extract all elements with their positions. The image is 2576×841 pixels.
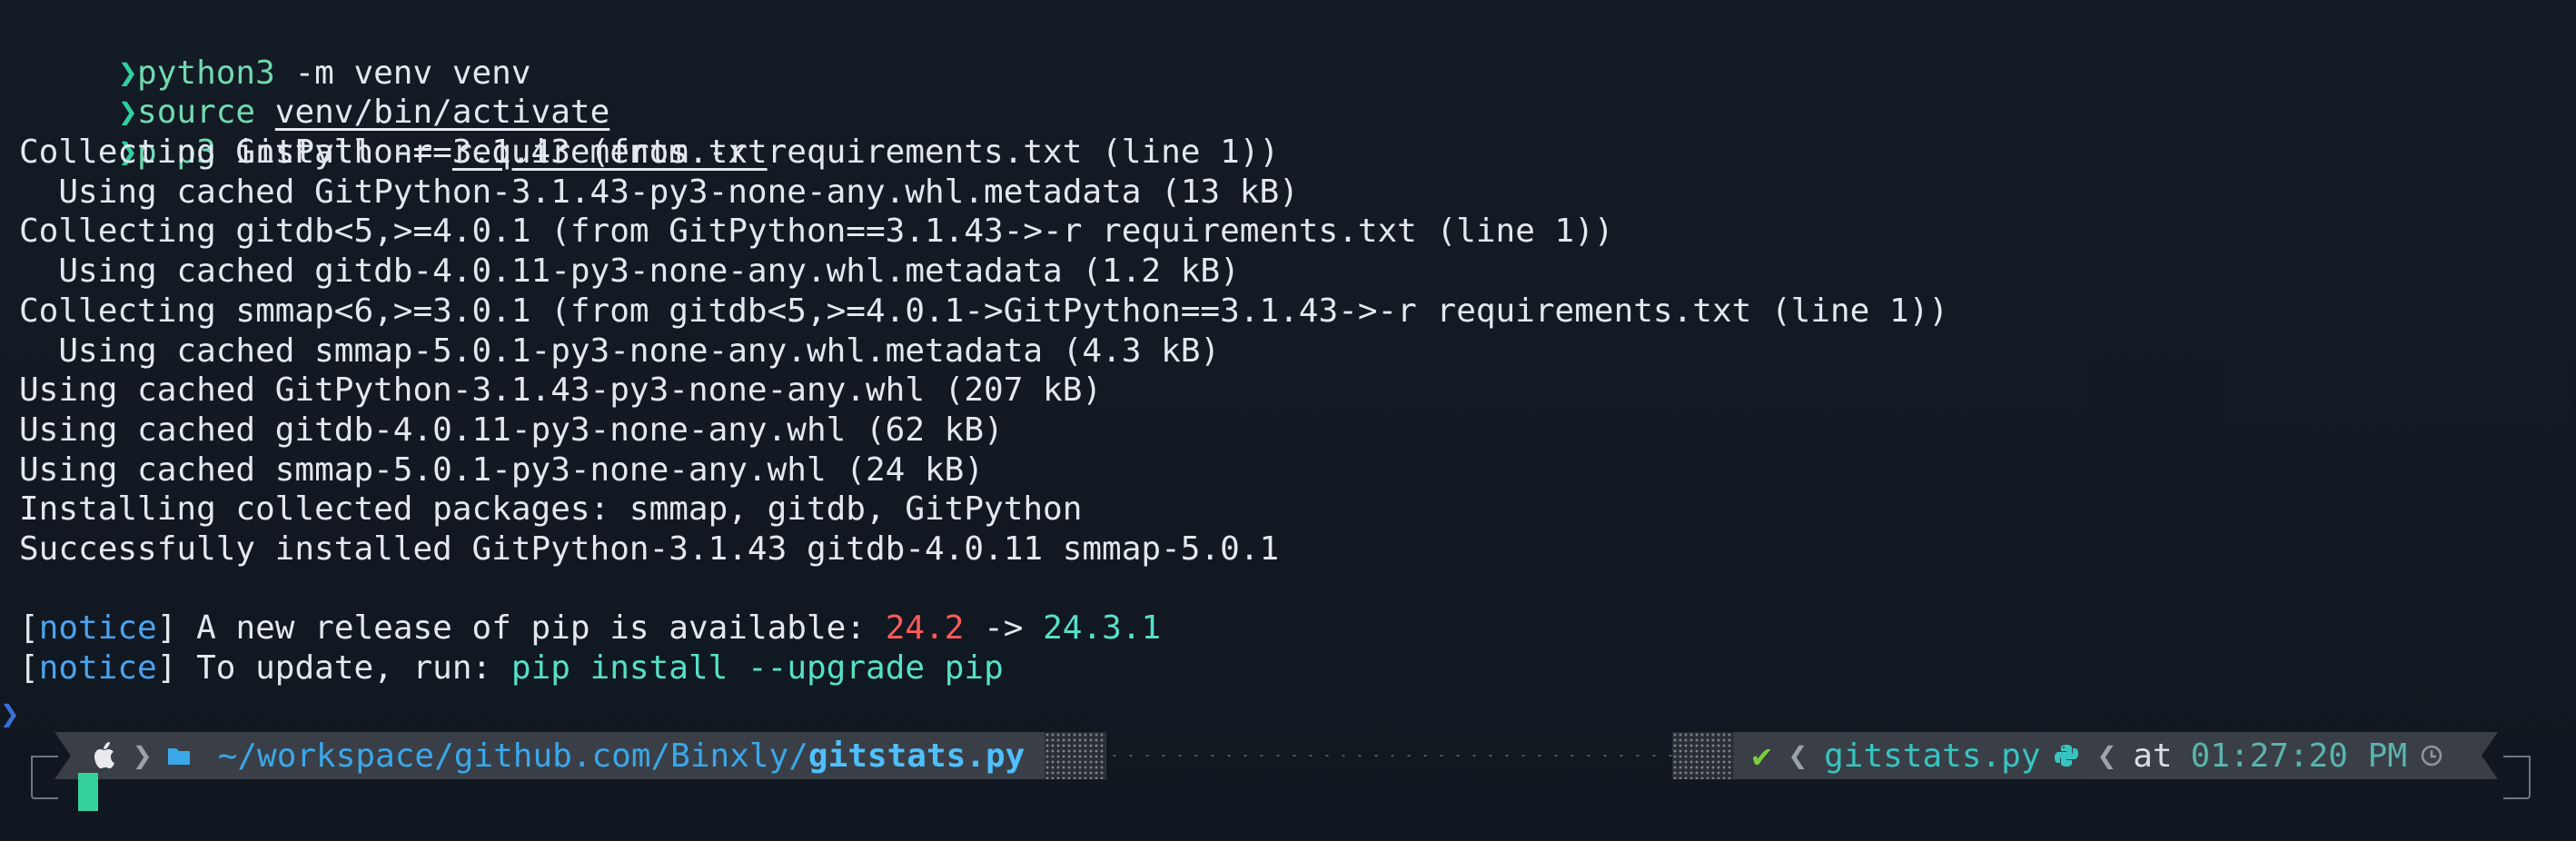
output-line: Collecting gitdb<5,>=4.0.1 (from GitPyth…	[19, 213, 1614, 251]
output-line: Using cached gitdb-4.0.11-py3-none-any.w…	[19, 411, 1004, 449]
output-line: Using cached smmap-5.0.1-py3-none-any.wh…	[19, 450, 985, 489]
notice-tag: notice	[38, 609, 157, 648]
prompt-frame-right	[2503, 756, 2531, 799]
terminal-window[interactable]: ❯python3 -m venv venv python3❯source ven…	[0, 0, 2576, 841]
terminal-output: ❯python3 -m venv venv python3❯source ven…	[0, 14, 2576, 688]
notice-text: A new release of pip is available:	[176, 609, 886, 648]
chevron-left-icon: ❮	[2096, 737, 2117, 775]
output-line: Installing collected packages: smmap, gi…	[19, 490, 1083, 529]
version-new: 24.3.1	[1043, 609, 1162, 648]
active-file: gitstats.py	[1824, 737, 2041, 775]
status-filler	[1106, 732, 1672, 779]
chevron-right-icon: ❯	[133, 737, 153, 775]
upgrade-command: pip install --upgrade pip	[510, 649, 1004, 687]
version-arrow: ->	[964, 609, 1044, 648]
prompt-line: ❯python3 -m venv venv	[0, 14, 2576, 92]
prompt-line: python3❯source venv/bin/activate	[0, 54, 2576, 131]
prompt-line: ❯pip3 install -r requirements.txt	[0, 93, 2576, 171]
python-icon	[2054, 743, 2079, 768]
clock-icon	[2420, 744, 2443, 767]
at-label: at	[2133, 737, 2173, 775]
notice-text: To update, run:	[176, 649, 511, 687]
segment-fade	[1045, 732, 1107, 779]
folder-icon	[167, 746, 191, 766]
path-prefix: ~/workspace/github.com/Binxly/	[217, 737, 808, 775]
status-left-segment: ❯ ~/workspace/github.com/Binxly/gitstats…	[54, 732, 1045, 779]
notice-line: [notice] To update, run: pip install --u…	[19, 649, 1004, 687]
chevron-left-icon: ❮	[1788, 737, 1808, 775]
clock-time: 01:27:20 PM	[2190, 737, 2407, 775]
apple-icon	[93, 741, 118, 770]
output-line: Collecting smmap<6,>=3.0.1 (from gitdb<5…	[19, 292, 1949, 330]
output-line: Using cached GitPython-3.1.43-py3-none-a…	[19, 173, 1299, 211]
notice-tag: notice	[38, 649, 157, 687]
terminal-cursor[interactable]	[78, 773, 98, 811]
notice-line: [notice] A new release of pip is availab…	[19, 609, 1162, 648]
version-old: 24.2	[885, 609, 965, 648]
output-line: Using cached smmap-5.0.1-py3-none-any.wh…	[19, 331, 1221, 370]
output-line: Using cached gitdb-4.0.11-py3-none-any.w…	[19, 252, 1240, 291]
output-line: Collecting GitPython==3.1.43 (from -r re…	[19, 134, 1280, 172]
path-current: gitstats.py	[807, 737, 1025, 775]
status-right-segment: ✔ ❮ gitstats.py ❮ at 01:27:20 PM	[1734, 732, 2498, 779]
output-line: Successfully installed GitPython-3.1.43 …	[19, 529, 1280, 568]
prompt-chevron-icon: ❯	[0, 696, 20, 733]
current-path: ~/workspace/github.com/Binxly/gitstats.p…	[218, 737, 1025, 775]
output-line: Using cached GitPython-3.1.43-py3-none-a…	[19, 371, 1103, 410]
segment-fade	[1671, 732, 1734, 779]
prompt-status-bar: ❯ ~/workspace/github.com/Binxly/gitstats…	[54, 732, 2498, 779]
check-icon: ✔	[1751, 737, 1772, 775]
